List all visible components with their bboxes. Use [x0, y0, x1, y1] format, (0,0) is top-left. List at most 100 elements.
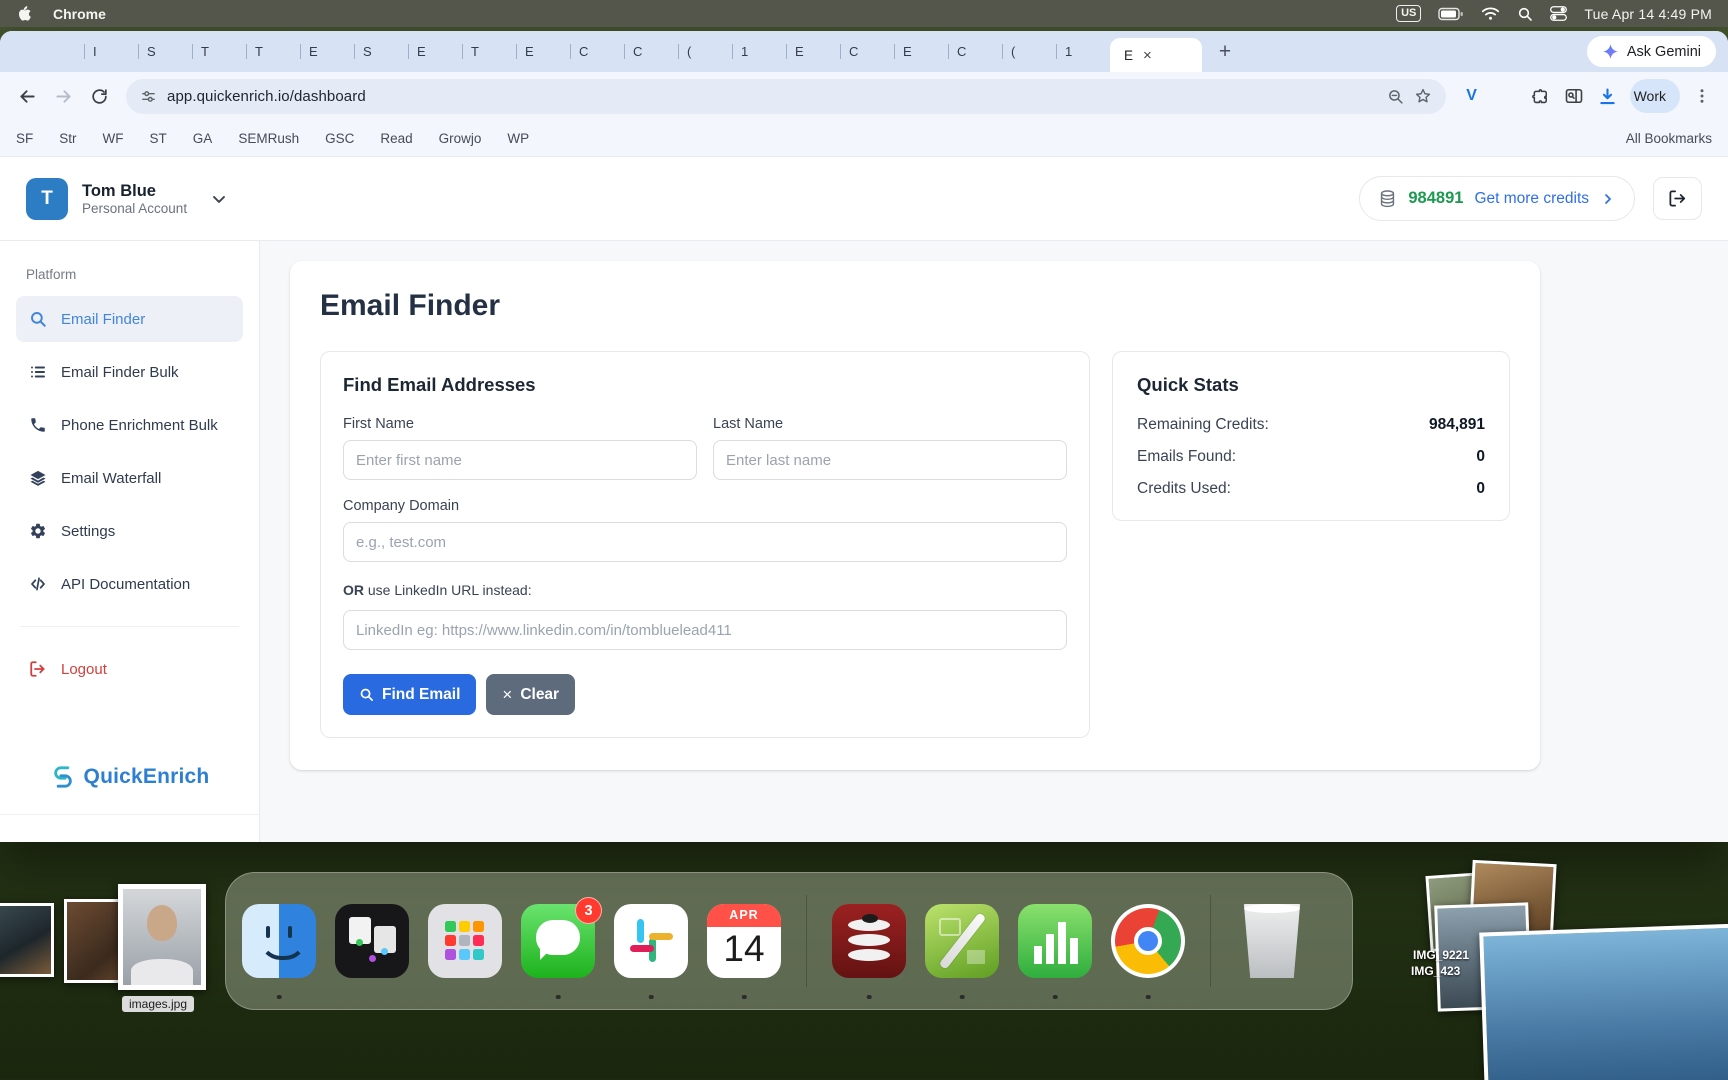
browser-tab[interactable]: E [786, 31, 840, 72]
browser-tab[interactable]: I [84, 31, 138, 72]
apple-menu-icon[interactable] [16, 5, 31, 22]
desktop-photo-images-jpg[interactable] [118, 884, 206, 990]
sidebar-item-logout[interactable]: Logout [16, 646, 243, 692]
v-extension-icon[interactable]: V [1456, 80, 1488, 112]
bookmark-gsc[interactable]: GSC [325, 131, 354, 146]
active-browser-tab[interactable]: E × [1110, 38, 1202, 72]
tab-strip: I S T T E S E [0, 31, 1728, 72]
first-name-field[interactable] [343, 440, 697, 480]
sidebar-item-email-finder[interactable]: Email Finder [16, 296, 243, 342]
menubar-app-name[interactable]: Chrome [53, 6, 106, 22]
linkedin-url-field[interactable] [343, 610, 1067, 650]
user-avatar[interactable]: T [26, 178, 68, 220]
bookmarks-bar: SF Str WF ST GA SEMRush [0, 120, 1728, 157]
stat-value: 0 [1476, 448, 1485, 466]
dock-finder[interactable] [242, 904, 316, 978]
desktop-photo[interactable] [1479, 923, 1728, 1080]
dock-map-editor[interactable] [925, 904, 999, 978]
pokeball-extension-icon[interactable] [1490, 80, 1522, 112]
ask-gemini-button[interactable]: Ask Gemini [1587, 36, 1716, 67]
download-icon[interactable] [1592, 80, 1624, 112]
dock-separator[interactable] [1210, 895, 1211, 987]
company-domain-field[interactable] [343, 522, 1067, 562]
extensions-puzzle-icon[interactable] [1524, 80, 1556, 112]
clear-button[interactable]: × Clear [486, 674, 575, 715]
bookmark-growjo[interactable]: Growjo [439, 131, 482, 146]
bookmark-st[interactable]: ST [150, 131, 167, 146]
header-logout-button[interactable] [1653, 177, 1702, 220]
browser-tab[interactable]: 1 [1056, 31, 1110, 72]
credits-pill[interactable]: 984891 Get more credits [1359, 176, 1635, 221]
profile-chip[interactable]: Work [1630, 79, 1680, 113]
desktop-photo[interactable] [0, 903, 54, 977]
battery-icon[interactable] [1438, 7, 1464, 21]
close-tab-icon[interactable]: × [1143, 48, 1152, 63]
bookmark-sf[interactable]: SF [16, 131, 33, 146]
browser-tab[interactable]: T [246, 31, 300, 72]
browser-tab[interactable]: E [894, 31, 948, 72]
new-tab-button[interactable]: + [1210, 37, 1240, 67]
control-center-icon[interactable] [1550, 6, 1567, 21]
browser-tab[interactable]: E [516, 31, 570, 72]
all-bookmarks-button[interactable]: All Bookmarks [1626, 131, 1712, 146]
browser-tab[interactable]: T [192, 31, 246, 72]
site-settings-icon[interactable] [140, 88, 157, 105]
browser-tab[interactable]: E [300, 31, 354, 72]
tab-title: 1 [1065, 44, 1072, 59]
bookmark-str[interactable]: Str [59, 131, 76, 146]
wifi-icon[interactable] [1481, 6, 1500, 21]
browser-tab[interactable] [30, 31, 84, 72]
browser-tab[interactable]: ( [1002, 31, 1056, 72]
dock-messages[interactable]: 3 [521, 904, 595, 978]
dock-slack[interactable] [614, 904, 688, 978]
dock-window-manager[interactable] [335, 904, 409, 978]
dock-trash[interactable] [1236, 904, 1308, 978]
browser-tab[interactable]: ( [678, 31, 732, 72]
back-button[interactable] [10, 79, 44, 113]
spotlight-search-icon[interactable] [1517, 6, 1533, 22]
bookmark-star-icon[interactable] [1414, 87, 1432, 105]
forward-button[interactable] [46, 79, 80, 113]
sidebar-item-email-waterfall[interactable]: Email Waterfall [16, 455, 243, 501]
sidebar-item-api-documentation[interactable]: API Documentation [16, 561, 243, 607]
browser-tab[interactable]: E [408, 31, 462, 72]
browser-menu-icon[interactable] [1686, 80, 1718, 112]
zoom-page-icon[interactable] [1387, 88, 1404, 105]
input-source-badge[interactable]: US [1396, 5, 1421, 21]
desktop-file-label[interactable]: IMG_9221 [1413, 948, 1469, 962]
dock-separator[interactable] [806, 895, 807, 987]
dock-calendar[interactable]: APR 14 [707, 904, 781, 978]
browser-tab[interactable]: C [624, 31, 678, 72]
browser-tab[interactable]: C [840, 31, 894, 72]
browser-tab[interactable]: S [138, 31, 192, 72]
bookmark-semrush[interactable]: SEMRush [238, 131, 299, 146]
browser-tab[interactable]: T [462, 31, 516, 72]
side-panel-search-icon[interactable] [1558, 80, 1590, 112]
find-email-button[interactable]: Find Email [343, 674, 476, 715]
browser-tab[interactable]: 1 [732, 31, 786, 72]
bookmark-read[interactable]: Read [380, 131, 412, 146]
sidebar-item-phone-enrichment-bulk[interactable]: Phone Enrichment Bulk [16, 402, 243, 448]
reload-button[interactable] [82, 79, 116, 113]
get-more-credits-link[interactable]: Get more credits [1474, 190, 1589, 208]
dock-database[interactable] [832, 904, 906, 978]
dock-chrome[interactable] [1111, 904, 1185, 978]
dock-launchpad[interactable] [428, 904, 502, 978]
dock-charts[interactable] [1018, 904, 1092, 978]
url-text[interactable]: app.quickenrich.io/dashboard [167, 88, 1377, 105]
menubar-clock[interactable]: Tue Apr 14 4:49 PM [1584, 6, 1712, 22]
bookmark-wf[interactable]: WF [103, 131, 124, 146]
stat-row: Emails Found: 0 [1137, 448, 1485, 466]
bookmark-ga[interactable]: GA [193, 131, 213, 146]
browser-tab[interactable]: S [354, 31, 408, 72]
sidebar-item-settings[interactable]: Settings [16, 508, 243, 554]
browser-tab[interactable]: C [948, 31, 1002, 72]
address-bar[interactable]: app.quickenrich.io/dashboard [126, 79, 1446, 114]
desktop-file-label[interactable]: images.jpg [122, 996, 194, 1012]
browser-tab[interactable]: C [570, 31, 624, 72]
desktop-file-label[interactable]: IMG_423 [1411, 964, 1460, 978]
last-name-field[interactable] [713, 440, 1067, 480]
bookmark-wp[interactable]: WP [507, 131, 529, 146]
sidebar-item-email-finder-bulk[interactable]: Email Finder Bulk [16, 349, 243, 395]
chevron-down-icon[interactable] [209, 189, 229, 209]
